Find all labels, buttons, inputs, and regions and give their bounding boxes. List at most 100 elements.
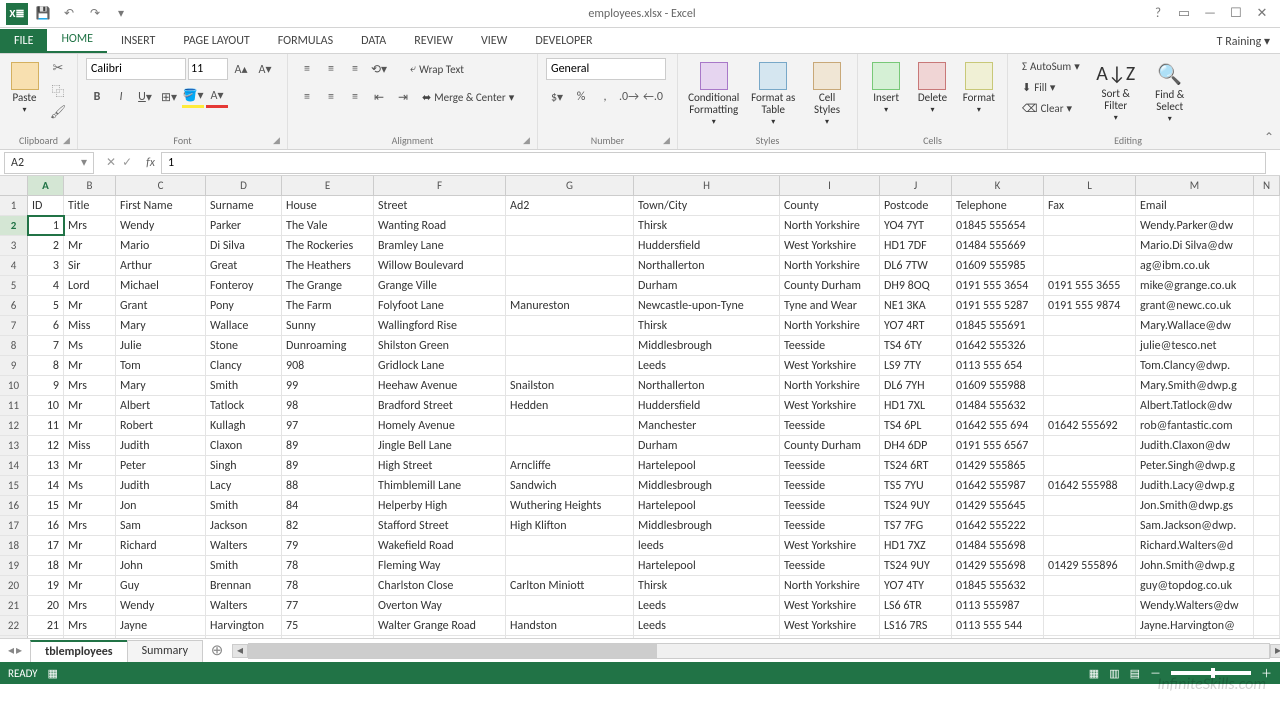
data-cell[interactable]: Jackson xyxy=(206,516,282,535)
data-cell[interactable]: Newcastle-upon-Tyne xyxy=(634,636,780,638)
font-name-input[interactable] xyxy=(86,58,186,80)
fx-icon[interactable]: fx xyxy=(140,156,161,170)
view-normal-icon[interactable]: ▦ xyxy=(1089,667,1099,680)
data-cell[interactable]: julie@tesco.net xyxy=(1136,336,1254,355)
redo-qat-icon[interactable]: ↷ xyxy=(84,3,106,25)
row-header[interactable]: 1 xyxy=(0,196,28,215)
maximize-icon[interactable]: ☐ xyxy=(1224,3,1248,25)
data-cell[interactable] xyxy=(1254,536,1280,555)
data-cell[interactable]: 3 xyxy=(28,256,64,275)
format-cells-button[interactable]: Format▾ xyxy=(959,58,999,115)
data-cell[interactable] xyxy=(1254,456,1280,475)
data-cell[interactable]: Miss xyxy=(64,316,116,335)
data-cell[interactable]: Snailston xyxy=(506,376,634,395)
data-cell[interactable]: Stafford Street xyxy=(374,516,506,535)
zoom-in-icon[interactable]: ＋ xyxy=(1261,665,1272,681)
data-cell[interactable] xyxy=(1254,596,1280,615)
account-menu[interactable]: T Raining ▾ xyxy=(1207,30,1280,53)
data-cell[interactable] xyxy=(1254,556,1280,575)
data-cell[interactable]: North Yorkshire xyxy=(780,576,880,595)
developer-tab[interactable]: DEVELOPER xyxy=(521,29,606,53)
data-cell[interactable]: TS7 7FG xyxy=(880,516,952,535)
data-cell[interactable]: Walters xyxy=(206,536,282,555)
row-header[interactable]: 14 xyxy=(0,456,28,475)
data-cell[interactable]: Mr xyxy=(64,556,116,575)
data-cell[interactable]: Durham xyxy=(634,276,780,295)
percent-format-icon[interactable]: % xyxy=(570,86,592,108)
data-cell[interactable] xyxy=(1044,436,1136,455)
header-cell[interactable]: Town/City xyxy=(634,196,780,215)
data-cell[interactable] xyxy=(1254,216,1280,235)
data-cell[interactable]: The Farm xyxy=(282,296,374,315)
data-cell[interactable]: YO7 4RT xyxy=(880,316,952,335)
column-header-L[interactable]: L xyxy=(1044,176,1136,195)
data-cell[interactable]: HD1 7XL xyxy=(880,396,952,415)
data-cell[interactable]: DL6 7YH xyxy=(880,376,952,395)
data-cell[interactable]: Di Silva xyxy=(206,236,282,255)
data-cell[interactable]: West Yorkshire xyxy=(780,536,880,555)
row-header[interactable]: 10 xyxy=(0,376,28,395)
data-cell[interactable] xyxy=(1254,616,1280,635)
data-cell[interactable] xyxy=(1254,576,1280,595)
data-cell[interactable] xyxy=(1044,236,1136,255)
data-cell[interactable] xyxy=(506,336,634,355)
data-cell[interactable]: 01642 555988 xyxy=(1044,476,1136,495)
data-cell[interactable]: Judith xyxy=(116,476,206,495)
data-cell[interactable]: 01642 555692 xyxy=(1044,416,1136,435)
column-header-D[interactable]: D xyxy=(206,176,282,195)
row-header[interactable]: 7 xyxy=(0,316,28,335)
data-cell[interactable]: 0191 555 9874 xyxy=(1044,296,1136,315)
data-cell[interactable]: Manureston xyxy=(506,296,634,315)
data-cell[interactable]: North Yorkshire xyxy=(780,376,880,395)
data-cell[interactable]: TS24 6RT xyxy=(880,456,952,475)
data-cell[interactable]: 89 xyxy=(282,436,374,455)
data-cell[interactable]: mike@grange.co.uk xyxy=(1136,276,1254,295)
alignment-launcher-icon[interactable]: ◢ xyxy=(523,135,535,147)
data-cell[interactable]: Claxon xyxy=(206,436,282,455)
data-cell[interactable]: 18 xyxy=(28,556,64,575)
data-cell[interactable]: 84 xyxy=(282,496,374,515)
data-cell[interactable]: Diana xyxy=(116,636,206,638)
data-cell[interactable]: 79 xyxy=(282,536,374,555)
data-cell[interactable]: 01609 555988 xyxy=(952,376,1044,395)
data-cell[interactable]: 0191 555 3654 xyxy=(952,276,1044,295)
data-cell[interactable]: Mario xyxy=(116,236,206,255)
data-cell[interactable]: Hartelepool xyxy=(634,556,780,575)
data-cell[interactable]: Leeds xyxy=(634,356,780,375)
data-cell[interactable]: Hartelepool xyxy=(634,456,780,475)
increase-font-icon[interactable]: A▴ xyxy=(230,58,252,80)
data-cell[interactable]: 22 xyxy=(28,636,64,638)
data-cell[interactable]: Ms xyxy=(64,476,116,495)
data-cell[interactable]: Judith.Claxon@dw xyxy=(1136,436,1254,455)
font-size-input[interactable] xyxy=(188,58,228,80)
data-cell[interactable]: Mr xyxy=(64,396,116,415)
data-cell[interactable] xyxy=(1044,596,1136,615)
data-cell[interactable]: 0191 555 6567 xyxy=(952,436,1044,455)
review-tab[interactable]: REVIEW xyxy=(400,29,467,53)
data-cell[interactable]: Shilston Green xyxy=(374,336,506,355)
data-cell[interactable]: West Yorkshire xyxy=(780,596,880,615)
italic-button[interactable]: I xyxy=(110,86,132,108)
row-header[interactable]: 16 xyxy=(0,496,28,515)
wrap-text-button[interactable]: ⤶ Wrap Text xyxy=(404,60,470,78)
data-cell[interactable] xyxy=(506,216,634,235)
data-cell[interactable]: 7 xyxy=(28,336,64,355)
data-cell[interactable]: Singh xyxy=(206,456,282,475)
data-cell[interactable] xyxy=(1044,336,1136,355)
data-cell[interactable]: rob@fantastic.com xyxy=(1136,416,1254,435)
data-cell[interactable]: Jon xyxy=(116,496,206,515)
data-cell[interactable]: Mary xyxy=(116,376,206,395)
data-cell[interactable] xyxy=(1044,516,1136,535)
accounting-format-icon[interactable]: $▾ xyxy=(546,86,568,108)
data-cell[interactable] xyxy=(1044,256,1136,275)
data-cell[interactable]: ag@ibm.co.uk xyxy=(1136,256,1254,275)
data-cell[interactable]: Thirsk xyxy=(634,216,780,235)
data-cell[interactable]: Peter.Singh@dwp.g xyxy=(1136,456,1254,475)
align-middle-icon[interactable]: ≡ xyxy=(320,58,342,80)
zoom-out-icon[interactable]: － xyxy=(1150,665,1161,681)
data-cell[interactable]: Mr xyxy=(64,496,116,515)
data-cell[interactable]: Albert xyxy=(116,396,206,415)
macro-record-icon[interactable]: ▦ xyxy=(48,667,58,680)
data-cell[interactable]: DH9 8OQ xyxy=(880,276,952,295)
data-cell[interactable]: 4 xyxy=(28,276,64,295)
